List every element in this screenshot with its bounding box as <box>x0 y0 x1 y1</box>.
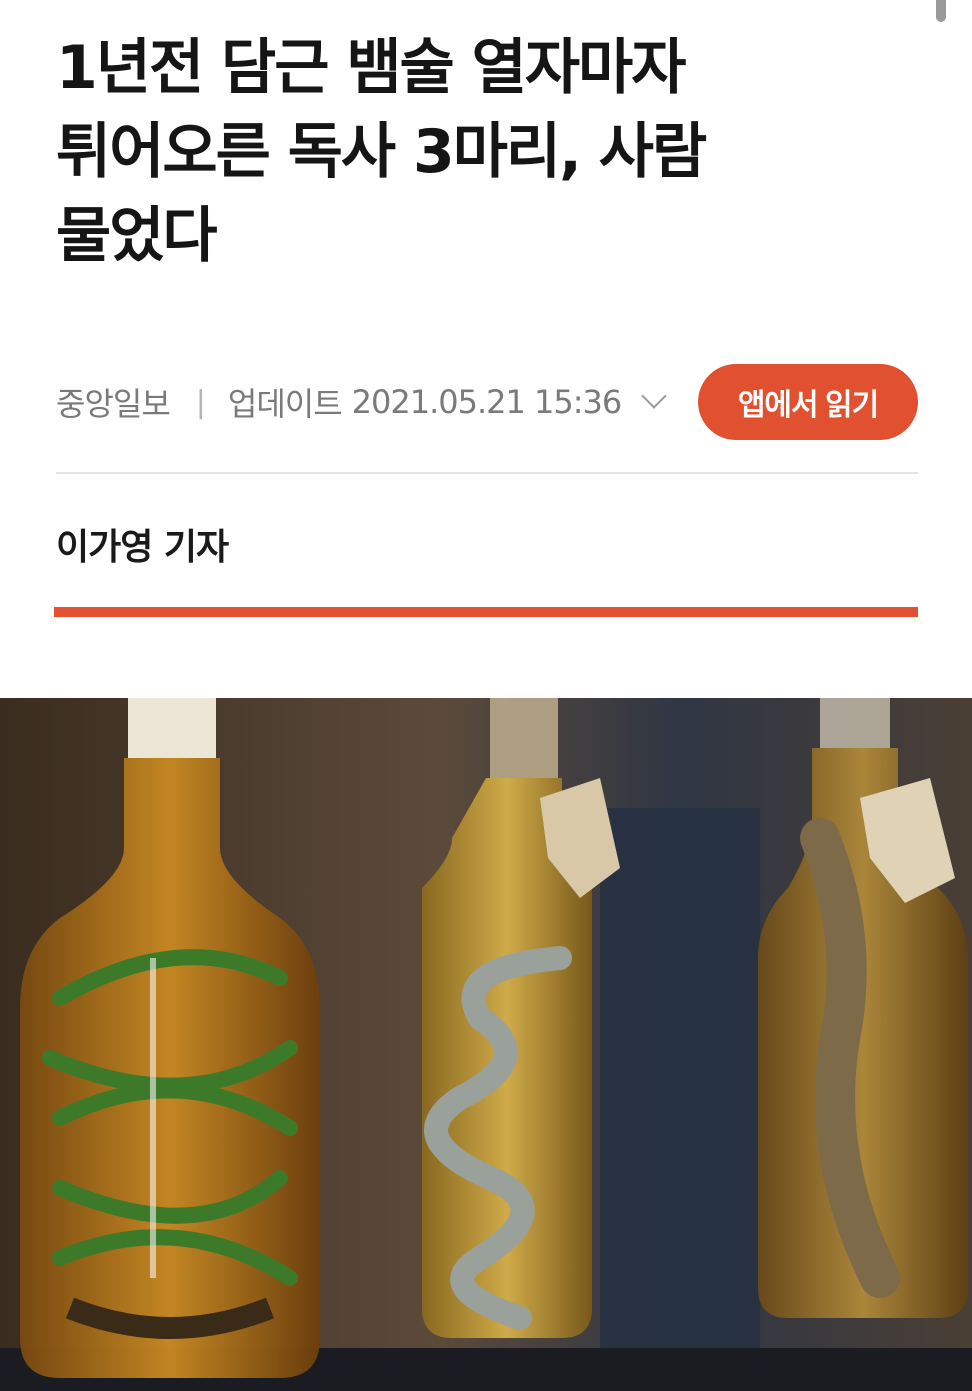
scrollbar-thumb[interactable] <box>936 0 946 22</box>
headline-line: 1년전 담근 뱀술 열자마자 <box>56 33 686 103</box>
meta-divider <box>56 472 918 474</box>
news-source: 중앙일보 <box>56 385 171 423</box>
article-headline: 1년전 담근 뱀술 열자마자 튀어오른 독사 3마리, 사람 물었다 <box>56 26 876 278</box>
article-meta: 중앙일보 | 업데이트 2021.05.21 15:36 앱에서 읽기 <box>56 364 918 440</box>
headline-line: 물었다 <box>56 201 218 271</box>
update-datetime: 2021.05.21 15:36 <box>351 383 623 421</box>
headline-line: 튀어오른 독사 3마리, 사람 <box>56 117 707 187</box>
accent-divider <box>54 607 918 617</box>
reporter-byline: 이가영 기자 <box>56 527 229 568</box>
chevron-down-icon[interactable] <box>641 383 667 409</box>
article-photo <box>0 698 972 1391</box>
update-label: 업데이트 <box>227 385 343 423</box>
meta-separator: | <box>195 384 206 420</box>
open-in-app-button[interactable]: 앱에서 읽기 <box>698 364 918 440</box>
